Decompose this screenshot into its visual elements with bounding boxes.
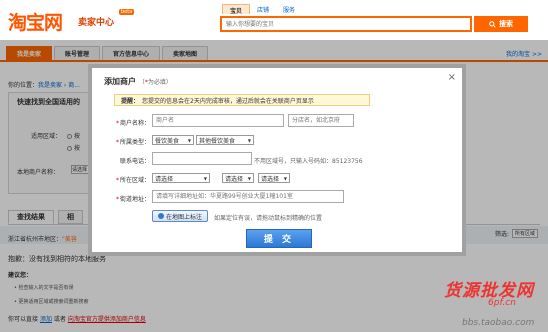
submit-button[interactable]: 提 交	[246, 229, 312, 248]
seller-center-label: 卖家中心	[78, 18, 115, 28]
merchant-name-field-label: *商户名称：	[115, 120, 150, 127]
modal-overlay-top	[0, 40, 548, 62]
region-field-label: *所在区域：	[115, 177, 150, 184]
search-box	[220, 16, 472, 32]
beta-badge: beta	[119, 9, 135, 15]
city-select[interactable]: 请选择 ▼	[222, 173, 254, 183]
mark-on-map-label: 在地图上标注	[166, 213, 203, 221]
phone-input[interactable]	[152, 152, 252, 165]
search-input[interactable]	[222, 18, 470, 30]
notice-label: 提醒：	[121, 97, 140, 105]
dialog-title-text: 添加商户	[104, 77, 136, 86]
header: 淘宝网 卖家中心 beta 宝贝 店铺 服务 搜索	[0, 0, 548, 40]
watermark-bbs: bbs.taobao.com	[462, 318, 535, 328]
add-merchant-dialog: 添加商户 （*为必填） × 提醒： 您提交的信息会在2天内完成审核，通过后就会在…	[88, 64, 466, 256]
review-notice: 提醒： 您提交的信息会在2天内完成审核，通过后就会在关联商户页显示	[114, 94, 370, 106]
search-button-label: 搜索	[499, 21, 513, 28]
search-tab-items[interactable]: 宝贝	[222, 4, 251, 15]
branch-name-input[interactable]	[288, 114, 354, 127]
merchant-name-input[interactable]	[152, 114, 284, 127]
phone-hint: 不用区域号，只输入号码如：85123756	[254, 158, 363, 165]
map-hint: 如果定位有误，请拖动鼠标到精确的位置	[214, 215, 323, 222]
search-icon	[489, 20, 496, 28]
subcategory-select[interactable]: 其他餐饮美食 ▼	[196, 135, 254, 145]
district-select[interactable]: 请选择 ▼	[258, 173, 290, 183]
category-field-label: *所属类型：	[115, 139, 150, 146]
search-tab-services[interactable]: 服务	[276, 4, 302, 14]
mark-on-map-button[interactable]: 在地图上标注	[152, 210, 209, 222]
notice-text: 您提交的信息会在2天内完成审核，通过后就会在关联商户页显示	[142, 97, 314, 105]
chevron-down-icon: ▼	[247, 175, 251, 181]
dialog-title: 添加商户 （*为必填）	[104, 76, 172, 87]
search-tab-shops[interactable]: 店铺	[250, 4, 276, 14]
watermark-domain: 6pf.cn	[488, 298, 516, 308]
close-icon[interactable]: ×	[448, 72, 456, 83]
category-select[interactable]: 餐饮美食 ▼	[152, 135, 194, 145]
street-address-input[interactable]	[152, 190, 344, 203]
taobao-logo[interactable]: 淘宝网	[8, 8, 63, 35]
chevron-down-icon: ▼	[283, 175, 287, 181]
search-button[interactable]: 搜索	[474, 16, 528, 32]
phone-field-label: 联系电话：	[119, 158, 150, 165]
map-pin-icon	[158, 213, 164, 219]
search-tabs: 宝贝 店铺 服务	[222, 4, 302, 15]
chevron-down-icon: ▼	[187, 137, 191, 143]
chevron-down-icon: ▼	[203, 175, 207, 181]
address-field-label: *街道地址：	[115, 196, 150, 203]
province-select[interactable]: 请选择 ▼	[152, 173, 210, 183]
chevron-down-icon: ▼	[247, 137, 251, 143]
required-note: （*为必填）	[138, 79, 172, 86]
